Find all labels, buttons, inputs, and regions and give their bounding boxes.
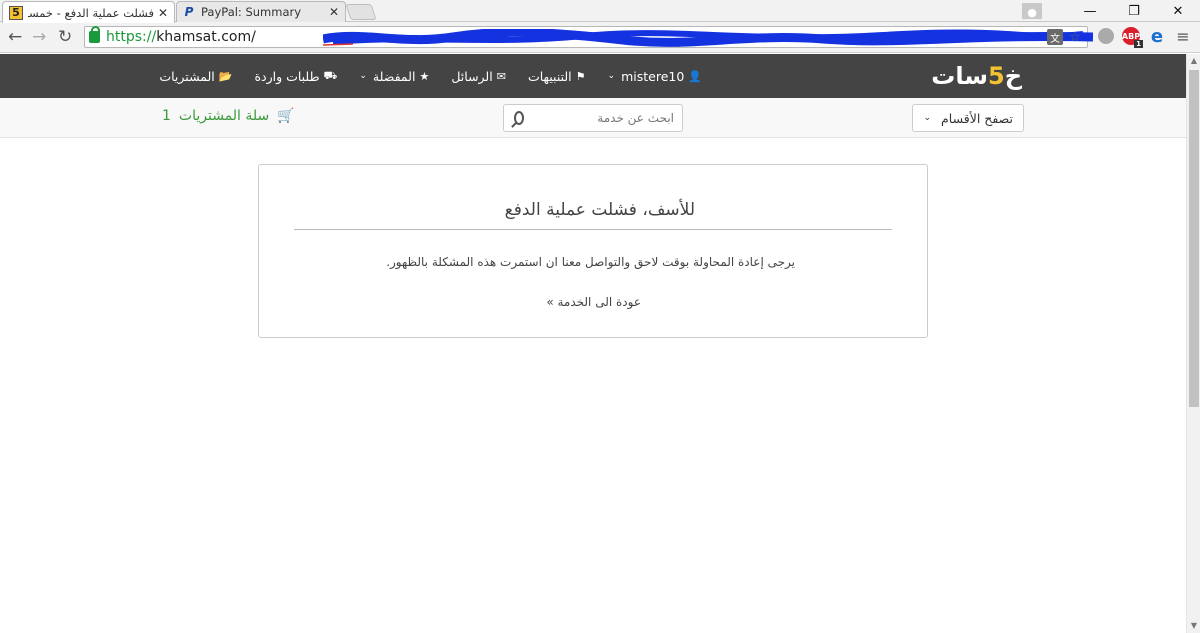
tab-paypal[interactable]: P PayPal: Summary ✕ [176, 1, 346, 22]
paypal-favicon-icon: P [184, 5, 194, 19]
nav-favorites-label: المفضلة [372, 68, 416, 84]
vertical-scrollbar[interactable]: ▲ ▼ [1186, 54, 1200, 633]
nav-favorites[interactable]: ★ المفضلة ⌄ [359, 69, 429, 84]
search-input[interactable] [524, 111, 674, 125]
chevron-down-icon: ⌄ [607, 71, 616, 81]
nav-notifications[interactable]: ⚑ التنبيهات [528, 69, 586, 84]
sub-bar: تصفح الأقسام ⌄ 🛒 سلة المشتريات 1 [0, 98, 1186, 138]
star-icon: ★ [419, 69, 430, 83]
scroll-up-arrow-icon[interactable]: ▲ [1187, 54, 1200, 68]
extension-e-icon[interactable]: e [1148, 26, 1166, 47]
redaction-scribble [323, 29, 1093, 47]
page-viewport: خ5سات 👤 mistere10 ⌄ ⚑ التنبيهات ✉ الرسائ… [0, 54, 1186, 633]
bookmark-star-icon[interactable]: ☆ [1067, 29, 1083, 45]
chrome-menu-icon[interactable]: ≡ [1174, 27, 1192, 46]
search-box [503, 104, 683, 132]
forward-arrow-icon[interactable]: → [32, 27, 46, 47]
scroll-down-arrow-icon[interactable]: ▼ [1187, 619, 1200, 633]
nav-notifications-label: التنبيهات [527, 68, 572, 84]
logo-suffix: سات [931, 62, 989, 90]
nav-purchases-label: المشتريات [159, 68, 215, 84]
window-controls: ● — ❐ ✕ [1022, 0, 1200, 22]
folder-open-icon: 📂 [218, 69, 233, 83]
close-tab-icon[interactable]: ✕ [158, 6, 168, 20]
cart-link[interactable]: 🛒 سلة المشتريات 1 [162, 108, 295, 124]
lock-icon [89, 26, 100, 43]
nav-incoming-requests[interactable]: ⛟ طلبات واردة [254, 69, 337, 84]
flag-icon: ⚑ [575, 69, 586, 83]
cart-count: 1 [162, 108, 171, 124]
truck-icon: ⛟ [323, 68, 338, 82]
tab-title: PayPal: Summary [201, 5, 302, 19]
browse-categories-button[interactable]: تصفح الأقسام ⌄ [912, 104, 1024, 132]
new-tab-button[interactable] [345, 4, 377, 20]
envelope-icon: ✉ [496, 69, 506, 83]
panel-message: يرجى إعادة المحاولة بوقت لاحق والتواصل م… [386, 255, 795, 269]
tab-title: فشلت عملية الدفع - خمسات [28, 5, 154, 20]
khamsat-favicon-icon: 5 [9, 5, 23, 20]
back-to-service-link[interactable]: عودة الى الخدمة » [546, 295, 641, 309]
divider [294, 229, 892, 230]
minimize-button[interactable]: — [1068, 4, 1112, 19]
chevron-down-icon: ⌄ [359, 71, 367, 81]
browser-tab-strip: 5 فشلت عملية الدفع - خمسات ✕ P PayPal: S… [0, 0, 1200, 23]
scroll-thumb[interactable] [1189, 70, 1199, 407]
extension-globe-icon[interactable] [1098, 28, 1114, 44]
nav-messages[interactable]: ✉ الرسائل [451, 69, 506, 84]
url-host: khamsat.com/ [156, 29, 256, 45]
user-icon: 👤 [688, 69, 702, 83]
extension-icons: ABP 1 e ≡ [1098, 26, 1192, 48]
omnibox-actions: 文 ☆ [1047, 29, 1083, 45]
nav-requests-label: طلبات واردة [254, 68, 320, 84]
profile-icon[interactable]: ● [1022, 3, 1042, 19]
adblock-plus-icon[interactable]: ABP 1 [1122, 27, 1143, 48]
tab-khamsat[interactable]: 5 فشلت عملية الدفع - خمسات ✕ [2, 1, 175, 23]
site-navbar: خ5سات 👤 mistere10 ⌄ ⚑ التنبيهات ✉ الرسائ… [0, 54, 1186, 98]
chevron-down-icon: ⌄ [923, 113, 932, 123]
browse-categories-label: تصفح الأقسام [941, 110, 1013, 126]
cart-label: سلة المشتريات [178, 108, 270, 124]
address-bar[interactable]: https:// khamsat.com/ 文 ☆ [84, 26, 1093, 48]
back-arrow-icon[interactable]: ← [8, 27, 22, 47]
logo-prefix: خ [1004, 62, 1023, 90]
nav-username: mistere10 [621, 68, 685, 84]
translate-icon[interactable]: 文 [1047, 29, 1063, 45]
url-scheme: https:// [106, 29, 157, 45]
search-icon[interactable] [514, 111, 524, 125]
khamsat-logo[interactable]: خ5سات [931, 62, 1023, 90]
logo-digit: 5 [988, 62, 1006, 90]
nav-user-menu[interactable]: 👤 mistere10 ⌄ [608, 69, 702, 84]
panel-title: للأسف، فشلت عملية الدفع [504, 200, 695, 220]
nav-messages-label: الرسائل [451, 68, 493, 84]
payment-failed-panel: للأسف، فشلت عملية الدفع يرجى إعادة المحا… [258, 164, 928, 338]
restore-button[interactable]: ❐ [1112, 4, 1156, 19]
reload-icon[interactable]: ↻ [58, 27, 72, 47]
cart-icon: 🛒 [277, 108, 295, 124]
close-tab-icon[interactable]: ✕ [329, 5, 339, 19]
close-window-button[interactable]: ✕ [1156, 4, 1200, 19]
nav-menu: 👤 mistere10 ⌄ ⚑ التنبيهات ✉ الرسائل ★ ال… [159, 54, 702, 98]
nav-purchases[interactable]: 📂 المشتريات [159, 69, 232, 84]
